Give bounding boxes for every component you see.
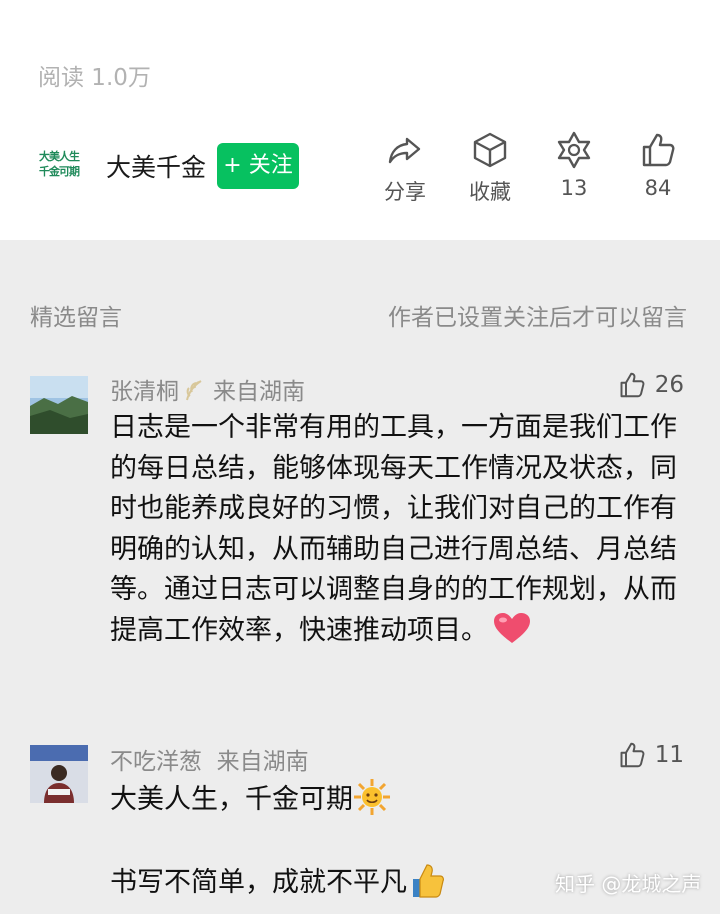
article-footer-card: 阅读 1.0万 大美人生 千金可期 大美千金 + 关注 分享 收藏 13 84 (0, 0, 720, 240)
comment-text-content: 日志是一个非常有用的工具，一方面是我们工作的每日总结，能够体现每天工作情况及状态… (110, 412, 677, 646)
collect-icon (473, 132, 507, 168)
svg-text:大美人生: 大美人生 (39, 149, 80, 163)
recommend-button[interactable]: 13 (539, 130, 609, 200)
author-logo-icon: 大美人生 千金可期 (39, 149, 81, 178)
comments-notice: 作者已设置关注后才可以留言 (388, 305, 687, 331)
comment-location: 来自湖南 (216, 749, 309, 775)
comment-like-count: 26 (654, 372, 684, 398)
author-name[interactable]: 大美千金 (106, 148, 206, 184)
like-count: 84 (644, 176, 672, 200)
wheat-badge-icon (186, 380, 202, 401)
thumbs-up-emoji-icon (413, 863, 444, 898)
avatar-person-icon (30, 745, 88, 803)
comment-like-button[interactable]: 26 (617, 370, 684, 400)
comment-author[interactable]: 张清桐 来自湖南 (110, 372, 305, 406)
comment-line-2: 书写不简单，成就不平凡 (110, 866, 407, 898)
collect-button[interactable]: 收藏 (455, 130, 525, 206)
author-logo[interactable]: 大美人生 千金可期 (38, 148, 96, 178)
share-label: 分享 (384, 180, 426, 204)
svg-text:千金可期: 千金可期 (39, 164, 80, 178)
comment-like-count: 11 (654, 742, 684, 768)
comment-text: 日志是一个非常有用的工具，一方面是我们工作的每日总结，能够体现每天工作情况及状态… (110, 408, 690, 651)
heart-emoji-icon (494, 612, 530, 643)
comment-like-button[interactable]: 11 (617, 740, 684, 770)
share-icon (388, 137, 421, 164)
watermark: 知乎 @龙城之声 (555, 872, 702, 896)
avatar-landscape-icon (30, 376, 88, 434)
comment-username: 不吃洋葱 (110, 749, 202, 775)
comment-author[interactable]: 不吃洋葱 来自湖南 (110, 742, 309, 776)
share-button[interactable]: 分享 (370, 130, 440, 206)
thumb-up-icon (620, 372, 645, 398)
sun-emoji-icon (354, 779, 390, 815)
recommend-count: 13 (560, 176, 588, 200)
comment-location: 来自湖南 (213, 379, 305, 405)
read-count: 阅读 1.0万 (38, 65, 151, 91)
star-icon (557, 131, 591, 169)
comments-section-title: 精选留言 (30, 305, 122, 331)
thumb-up-icon (620, 742, 645, 768)
comment-username: 张清桐 (110, 379, 179, 405)
comment-line-1: 大美人生，千金可期 (110, 784, 353, 815)
follow-button[interactable]: + 关注 (217, 143, 299, 189)
thumb-up-icon (642, 133, 675, 167)
collect-label: 收藏 (469, 180, 511, 204)
avatar[interactable] (30, 376, 88, 434)
like-button[interactable]: 84 (623, 130, 693, 200)
avatar[interactable] (30, 745, 88, 803)
